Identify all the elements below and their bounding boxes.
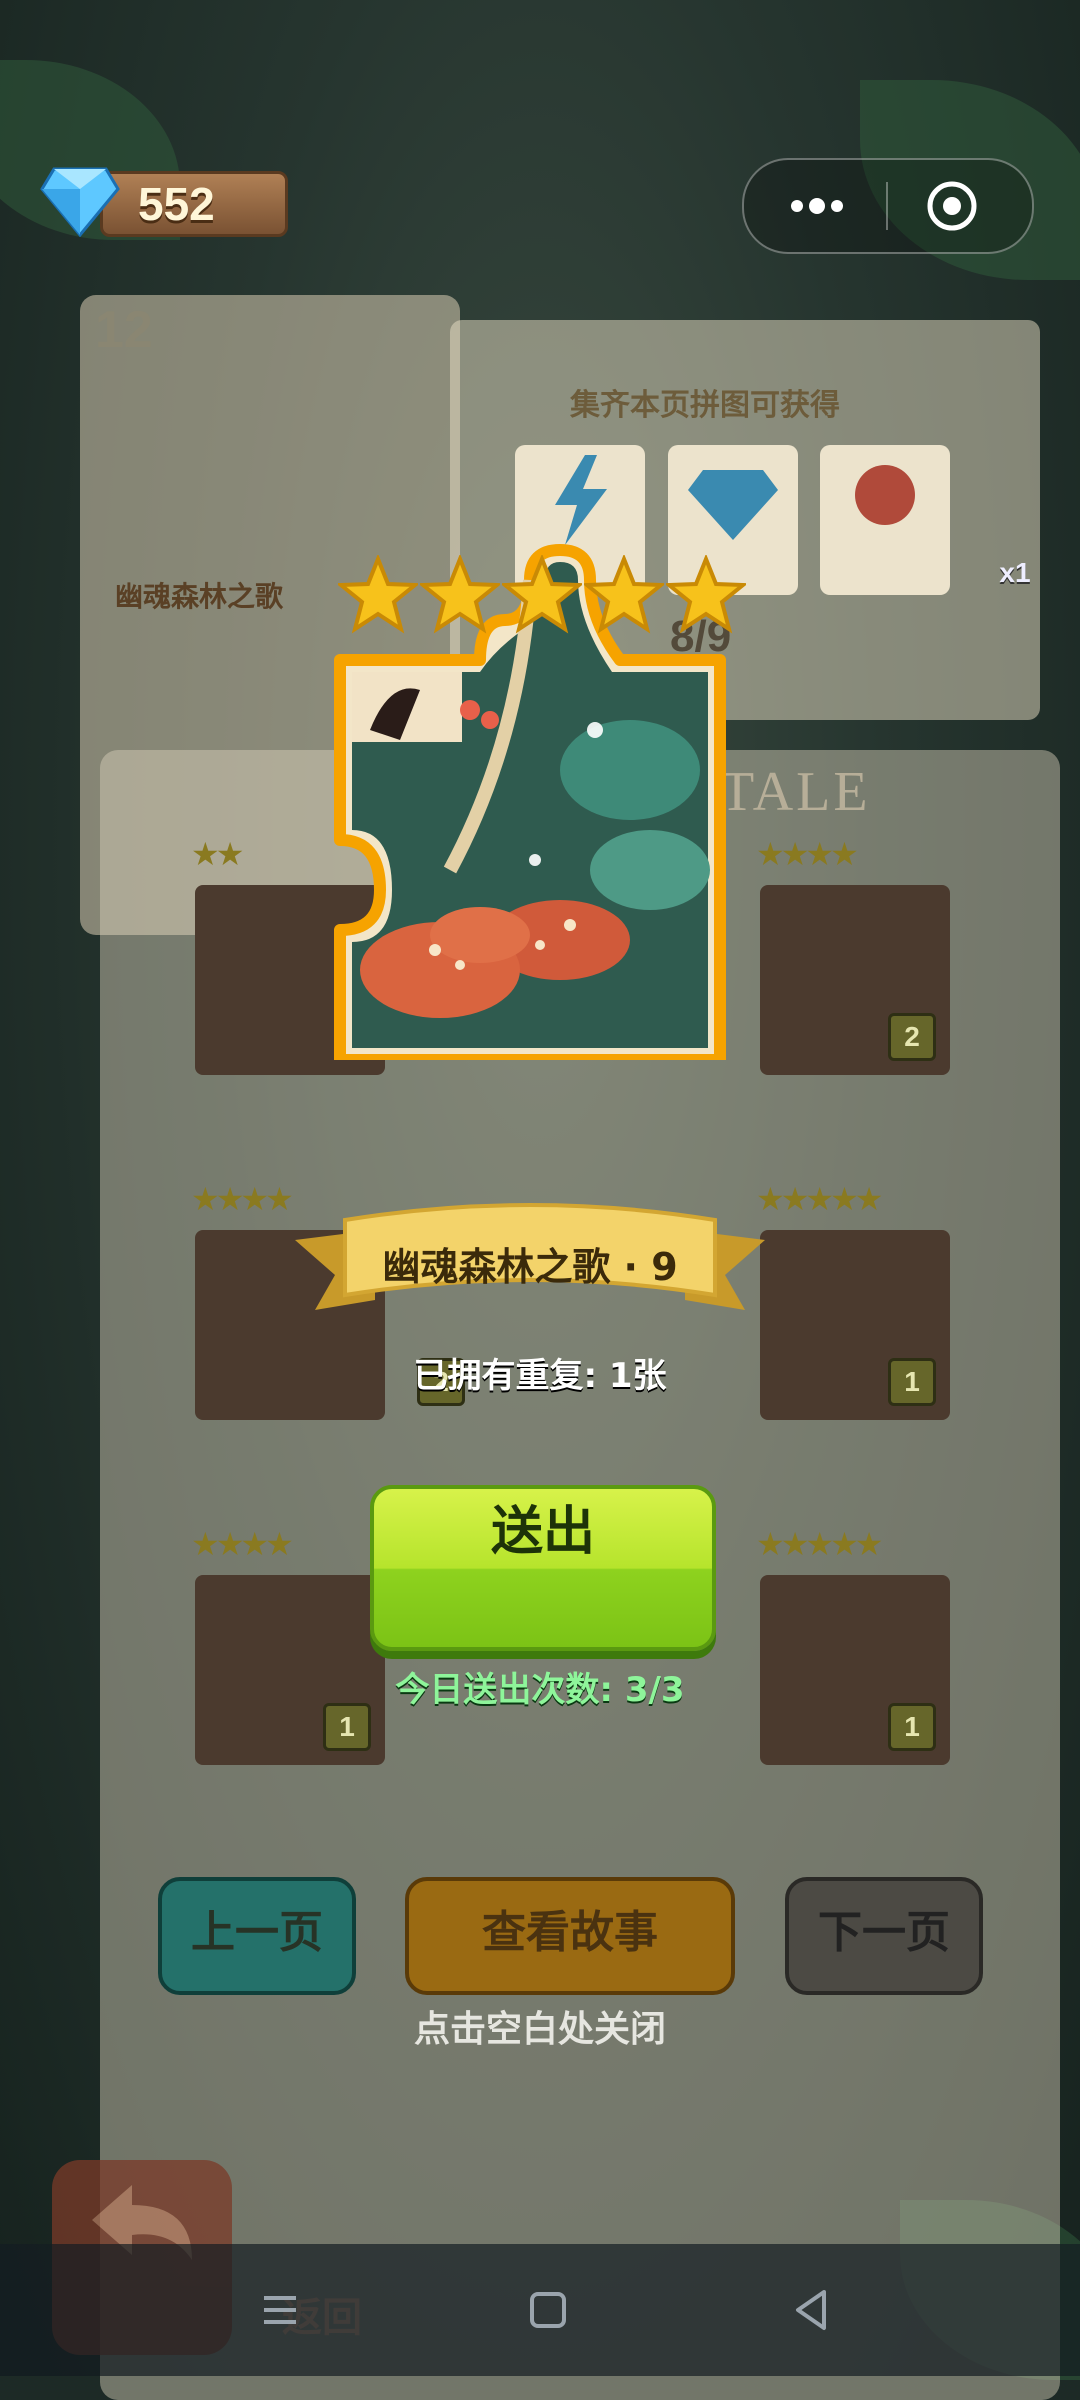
gem-count: 552	[138, 178, 215, 230]
view-story-button[interactable]: 查看故事	[405, 1877, 735, 1995]
duplicate-count: 已拥有重复: 1张	[413, 1356, 667, 1396]
daily-send-count: 今日送出次数: 3/3	[395, 1670, 685, 1710]
piece-rating	[338, 555, 746, 635]
piece-title: 幽魂森林之歌 · 9	[382, 1245, 678, 1289]
piece-stars: ★★★★★	[756, 1525, 883, 1563]
back-nav-icon[interactable]	[786, 2284, 838, 2336]
reward-label: x1	[999, 557, 1031, 588]
piece-count-badge: 2	[888, 1013, 936, 1061]
menu-icon[interactable]	[254, 2284, 306, 2336]
puzzle-slot[interactable]: ★★★★★ 1	[756, 1180, 950, 1420]
diamond-icon	[40, 167, 120, 237]
prev-page-button[interactable]: 上一页	[158, 1877, 356, 1995]
next-page-button[interactable]: 下一页	[785, 1877, 983, 1995]
piece-stars: ★★★★	[191, 1525, 294, 1563]
piece-stars: ★★★★	[191, 1180, 294, 1218]
home-icon[interactable]	[522, 2284, 574, 2336]
star-icon	[420, 555, 500, 634]
star-icon	[666, 555, 746, 634]
gem-counter: 552	[40, 165, 288, 237]
send-button[interactable]: 送出	[370, 1485, 716, 1651]
piece-count-badge: 1	[888, 1358, 936, 1406]
close-mini-program-icon[interactable]	[926, 180, 978, 232]
tap-to-close-hint: 点击空白处关闭	[413, 2009, 666, 2050]
star-icon	[584, 555, 664, 634]
jester-card-icon	[855, 465, 915, 525]
puzzle-slot[interactable]: ★★★★ 2	[756, 835, 950, 1075]
reward-jester-card[interactable]: x1	[820, 445, 1031, 595]
piece-stars: ★★★★★	[756, 1180, 883, 1218]
page-number: 12	[95, 301, 153, 359]
star-icon	[502, 555, 582, 634]
more-icon[interactable]	[782, 184, 852, 228]
piece-stars: ★★	[191, 835, 244, 873]
send-label: 送出	[490, 1502, 595, 1562]
reward-title: 集齐本页拼图可获得	[570, 388, 840, 423]
page-watermark-text: TALE	[720, 761, 871, 823]
puzzle-slot[interactable]: ★★★★★ 1	[756, 1525, 950, 1765]
diamond-icon	[688, 470, 778, 540]
album-name: 幽魂森林之歌	[115, 580, 284, 613]
mini-program-capsule	[742, 158, 1034, 254]
piece-count-badge: 1	[888, 1703, 936, 1751]
system-navigation-bar	[0, 2244, 1080, 2376]
star-icon	[338, 555, 418, 634]
piece-stars: ★★★★	[756, 835, 859, 873]
energy-bolt-icon	[555, 455, 607, 545]
